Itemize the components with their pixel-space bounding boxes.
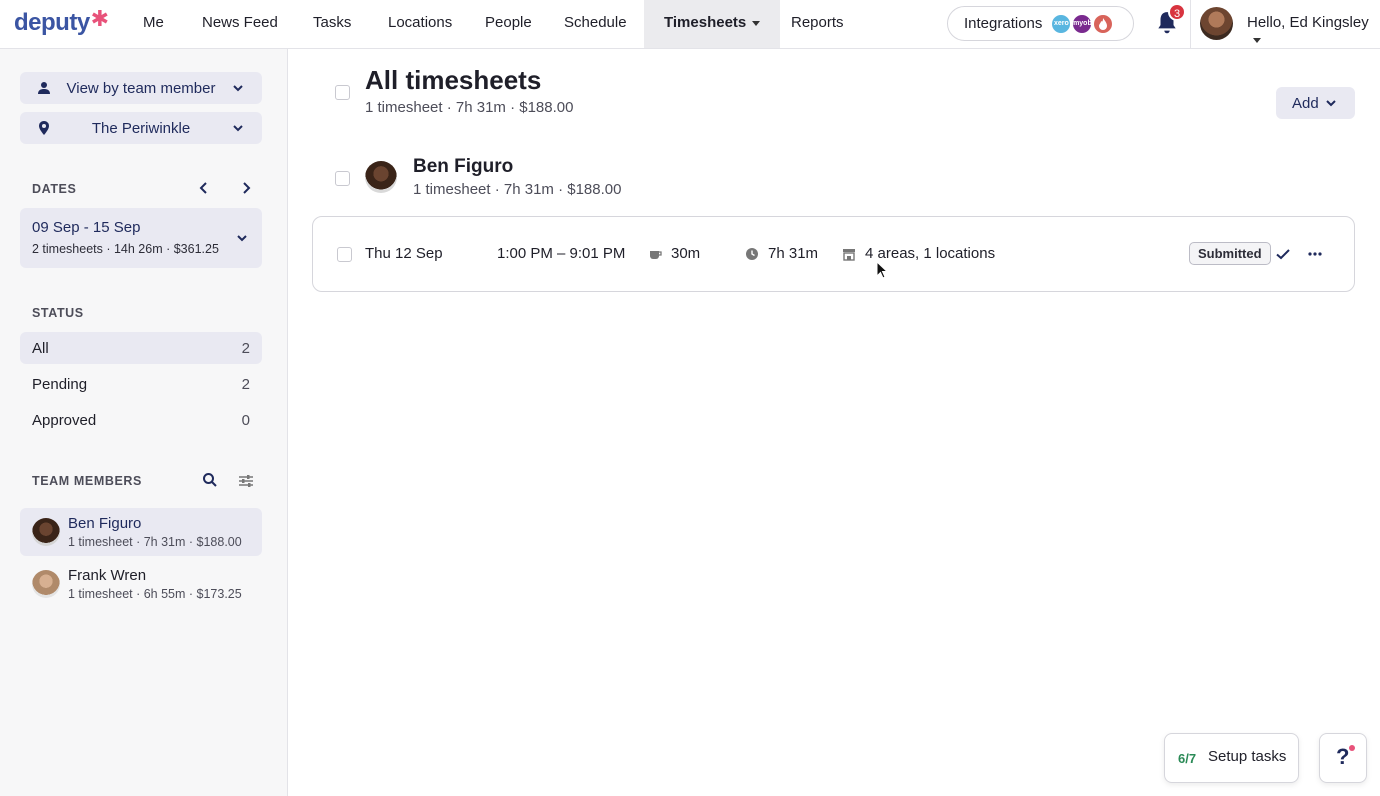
status-label: Pending xyxy=(32,376,88,393)
date-range-summary: 2 timesheets · 14h 26m · $361.25 xyxy=(32,242,219,256)
timesheet-time-range: 1:00 PM – 9:01 PM xyxy=(497,245,626,262)
member-summary: 1 timesheet · 7h 31m · $188.00 xyxy=(68,535,242,549)
caret-down-icon xyxy=(1253,37,1261,43)
team-member-frank-wren[interactable]: Frank Wren 1 timesheet · 6h 55m · $173.2… xyxy=(20,560,262,608)
avatar xyxy=(32,518,60,546)
user-greeting: Hello, Ed Kingsley xyxy=(1247,14,1369,31)
search-icon[interactable] xyxy=(202,472,218,488)
user-avatar[interactable] xyxy=(1200,7,1233,40)
filter-sliders-icon[interactable] xyxy=(238,473,254,489)
status-label: All xyxy=(32,340,49,357)
notification-count-badge: 3 xyxy=(1168,3,1186,21)
setup-tasks-button[interactable]: 6/7 Setup tasks xyxy=(1164,733,1299,783)
location-select[interactable]: The Periwinkle xyxy=(20,112,262,144)
status-filter-all[interactable]: All 2 xyxy=(20,332,262,364)
page-summary: 1 timesheet · 7h 31m · $188.00 xyxy=(365,99,574,116)
help-notification-dot xyxy=(1349,745,1355,751)
select-employee-checkbox[interactable] xyxy=(335,171,350,186)
page-title: All timesheets xyxy=(365,65,542,95)
status-section-title: STATUS xyxy=(32,306,84,320)
view-by-select[interactable]: View by team member xyxy=(20,72,262,104)
nav-tasks[interactable]: Tasks xyxy=(313,0,351,48)
more-options-icon[interactable] xyxy=(1307,246,1323,262)
employee-avatar xyxy=(365,161,397,193)
status-filter-pending[interactable]: Pending 2 xyxy=(20,368,262,400)
timesheet-date: Thu 12 Sep xyxy=(365,245,443,262)
nav-timesheets[interactable]: Timesheets xyxy=(644,0,781,48)
timesheet-areas[interactable]: 4 areas, 1 locations xyxy=(865,245,995,262)
clock-icon xyxy=(746,248,758,260)
date-range-label: 09 Sep - 15 Sep xyxy=(32,219,141,236)
flame-icon xyxy=(1092,12,1115,35)
previous-week-icon[interactable] xyxy=(197,181,211,195)
myob-icon: myob xyxy=(1071,12,1094,35)
logo-star-icon: ✱ xyxy=(90,6,110,31)
nav-people[interactable]: People xyxy=(485,0,532,48)
employee-summary: 1 timesheet · 7h 31m · $188.00 xyxy=(413,181,622,198)
timesheet-duration: 7h 31m xyxy=(768,245,819,262)
view-by-label: View by team member xyxy=(66,79,216,97)
add-button[interactable]: Add xyxy=(1276,87,1355,119)
timesheet-break: 30m xyxy=(671,245,701,262)
timesheet-row[interactable]: Thu 12 Sep 1:00 PM – 9:01 PM 30m 7h 31m … xyxy=(312,216,1355,292)
user-menu[interactable]: Hello, Ed Kingsley xyxy=(1247,14,1380,48)
nav-schedule[interactable]: Schedule xyxy=(564,0,627,48)
member-summary: 1 timesheet · 6h 55m · $173.25 xyxy=(68,587,242,601)
date-range-picker[interactable]: 09 Sep - 15 Sep 2 timesheets · 14h 26m ·… xyxy=(20,208,262,268)
chevron-down-icon xyxy=(1326,100,1336,107)
team-members-section-title: TEAM MEMBERS xyxy=(32,474,142,488)
member-name: Ben Figuro xyxy=(68,515,142,532)
integrations-label: Integrations xyxy=(964,15,1043,32)
status-badge: Submitted xyxy=(1189,242,1271,265)
integration-logos: xero myob xyxy=(1050,12,1116,35)
select-all-checkbox[interactable] xyxy=(335,85,350,100)
nav-me[interactable]: Me xyxy=(143,0,164,48)
nav-reports[interactable]: Reports xyxy=(791,0,844,48)
location-label: The Periwinkle xyxy=(91,119,191,137)
filter-sidebar: View by team member The Periwinkle DATES… xyxy=(0,49,288,796)
next-week-icon[interactable] xyxy=(239,181,253,195)
help-button[interactable]: ? xyxy=(1319,733,1367,783)
status-label: Approved xyxy=(32,412,97,429)
add-label: Add xyxy=(1292,94,1319,112)
status-count: 0 xyxy=(241,412,250,429)
store-icon xyxy=(843,249,855,261)
status-count: 2 xyxy=(241,376,250,393)
approve-check-icon[interactable] xyxy=(1275,246,1291,262)
integrations-button[interactable]: Integrations xero myob xyxy=(947,6,1134,41)
deputy-logo[interactable]: deputy ✱ xyxy=(14,6,110,38)
chevron-down-icon xyxy=(237,235,247,242)
logo-text: deputy xyxy=(14,9,90,36)
mouse-pointer-icon xyxy=(876,261,889,279)
caret-down-icon xyxy=(752,20,761,26)
nav-timesheets-label: Timesheets xyxy=(664,14,747,31)
xero-icon: xero xyxy=(1050,12,1073,35)
status-count: 2 xyxy=(241,340,250,357)
member-name: Frank Wren xyxy=(68,567,147,584)
chevron-down-icon xyxy=(233,125,243,132)
setup-progress: 6/7 xyxy=(1178,751,1197,766)
select-timesheet-checkbox[interactable] xyxy=(337,247,352,262)
employee-name[interactable]: Ben Figuro xyxy=(413,156,513,178)
nav-news-feed[interactable]: News Feed xyxy=(202,0,278,48)
top-navigation: deputy ✱ Me News Feed Tasks Locations Pe… xyxy=(0,0,1380,49)
team-member-ben-figuro[interactable]: Ben Figuro 1 timesheet · 7h 31m · $188.0… xyxy=(20,508,262,556)
avatar xyxy=(32,570,60,598)
setup-tasks-label: Setup tasks xyxy=(1208,748,1287,765)
status-filter-approved[interactable]: Approved 0 xyxy=(20,404,262,436)
nav-locations[interactable]: Locations xyxy=(388,0,452,48)
help-icon: ? xyxy=(1336,744,1350,769)
dates-section-title: DATES xyxy=(32,182,77,196)
nav-divider xyxy=(1190,0,1191,48)
coffee-cup-icon xyxy=(650,251,662,259)
chevron-down-icon xyxy=(233,85,243,92)
